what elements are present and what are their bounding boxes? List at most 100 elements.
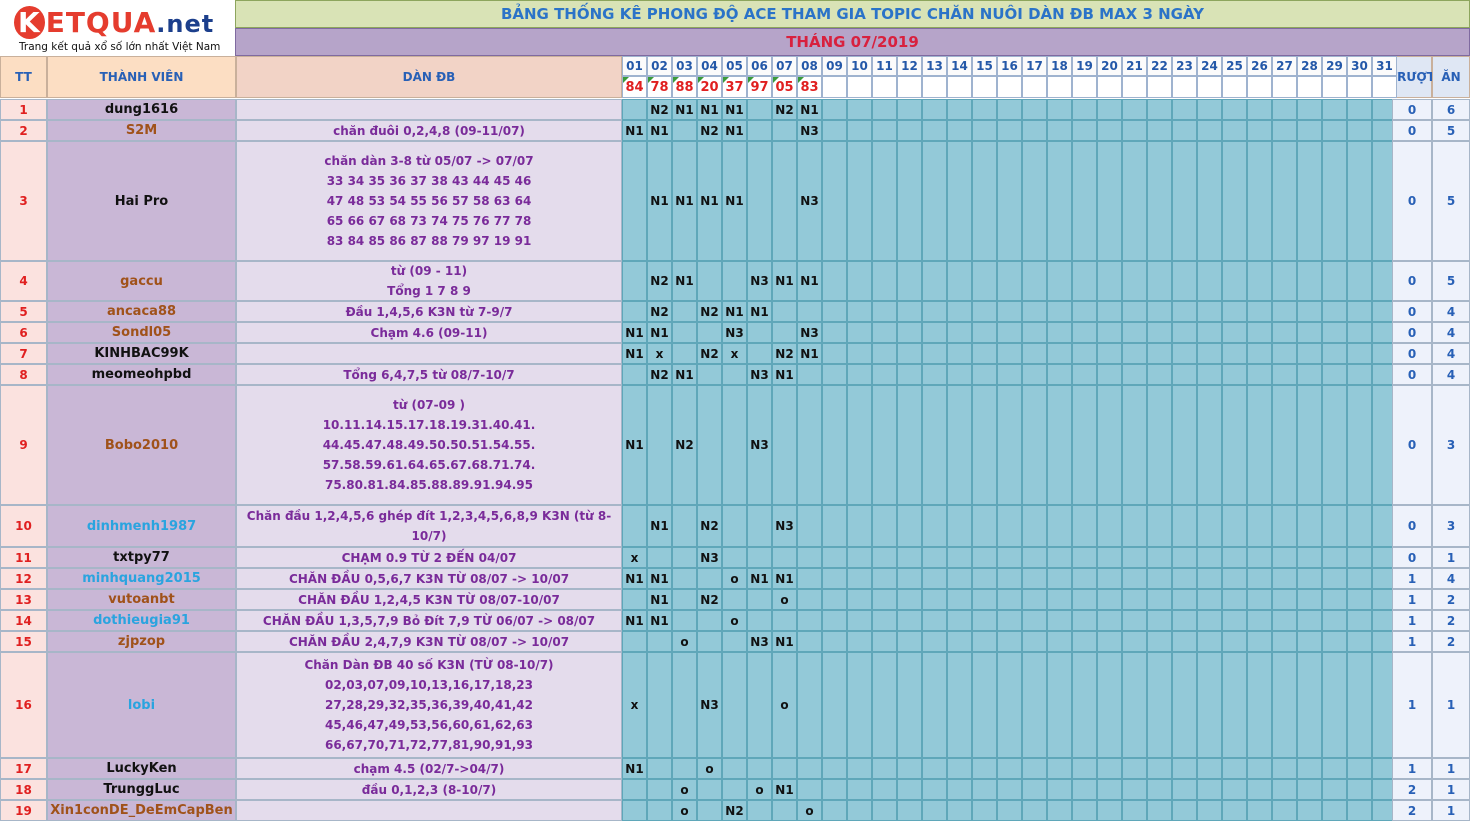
day-mark-24 [1197, 631, 1222, 652]
day-mark-19 [1072, 779, 1097, 800]
table-row: 10 dinhmenh1987 Chăn đầu 1,2,4,5,6 ghép đí… [0, 505, 1470, 547]
day-result-27 [1272, 76, 1297, 98]
day-mark-27 [1272, 322, 1297, 343]
row-number: 12 [0, 568, 47, 589]
day-mark-06 [747, 141, 772, 261]
day-mark-01 [622, 505, 647, 547]
day-mark-01: N1 [622, 568, 647, 589]
day-mark-08 [797, 758, 822, 779]
table-row: 11 txtpy77 CHẠM 0.9 TỪ 2 ĐẾN 04/07 x N3 0 1 [0, 547, 1470, 568]
day-mark-01 [622, 631, 647, 652]
day-result-11 [872, 76, 897, 98]
day-mark-28 [1297, 610, 1322, 631]
day-mark-11 [872, 364, 897, 385]
day-mark-30 [1347, 261, 1372, 301]
dan-db-cell [236, 343, 622, 364]
day-mark-05 [722, 631, 747, 652]
day-result-15 [972, 76, 997, 98]
day-mark-07: N2 [772, 343, 797, 364]
table-row: 18 TrunggLuc đầu 0,1,2,3 (8-10/7) o o N1 2 1 [0, 779, 1470, 800]
day-mark-06 [747, 547, 772, 568]
day-mark-02 [647, 652, 672, 758]
day-mark-23 [1172, 631, 1197, 652]
table-row: 15 zjpzop CHĂN ĐẦU 2,4,7,9 K3N TỪ 08/07 ->… [0, 631, 1470, 652]
day-mark-06 [747, 800, 772, 821]
day-mark-10 [847, 322, 872, 343]
day-mark-10 [847, 800, 872, 821]
day-mark-06: N1 [747, 301, 772, 322]
row-number: 9 [0, 385, 47, 505]
day-mark-18 [1047, 779, 1072, 800]
day-mark-19 [1072, 120, 1097, 141]
day-mark-20 [1097, 610, 1122, 631]
day-header-01: 01 [622, 56, 647, 76]
day-mark-28 [1297, 120, 1322, 141]
day-mark-11 [872, 385, 897, 505]
day-mark-22 [1147, 343, 1172, 364]
dan-db-line: 44.45.47.48.49.50.50.51.54.55. [322, 438, 536, 452]
day-mark-23 [1172, 385, 1197, 505]
day-mark-17 [1022, 385, 1047, 505]
day-mark-22 [1147, 568, 1172, 589]
day-mark-03 [672, 301, 697, 322]
day-mark-20 [1097, 141, 1122, 261]
day-mark-03: o [672, 631, 697, 652]
day-mark-08: N3 [797, 120, 822, 141]
an-count: 3 [1432, 385, 1470, 505]
day-mark-26 [1247, 547, 1272, 568]
day-mark-25 [1222, 800, 1247, 821]
day-mark-22 [1147, 322, 1172, 343]
day-header-17: 17 [1022, 56, 1047, 76]
table-row: 5 ancaca88 Đầu 1,4,5,6 K3N từ 7-9/7 N2 N2 N1 N… [0, 301, 1470, 322]
day-mark-06 [747, 99, 772, 120]
day-mark-08: N3 [797, 322, 822, 343]
day-mark-08: N1 [797, 99, 822, 120]
day-mark-28 [1297, 589, 1322, 610]
row-number: 19 [0, 800, 47, 821]
day-mark-26 [1247, 610, 1272, 631]
day-mark-07: N2 [772, 99, 797, 120]
day-mark-06: o [747, 779, 772, 800]
day-result-05: 37 [722, 76, 747, 98]
dan-db-cell: Chạm 4.6 (09-11) [236, 322, 622, 343]
day-mark-27 [1272, 141, 1297, 261]
day-header-09: 09 [822, 56, 847, 76]
day-mark-16 [997, 301, 1022, 322]
day-mark-24 [1197, 364, 1222, 385]
day-mark-28 [1297, 261, 1322, 301]
day-mark-14 [947, 800, 972, 821]
day-mark-09 [822, 758, 847, 779]
day-mark-18 [1047, 589, 1072, 610]
day-mark-14 [947, 652, 972, 758]
day-result-07: 05 [772, 76, 797, 98]
day-mark-25 [1222, 547, 1247, 568]
day-header-16: 16 [997, 56, 1022, 76]
day-result-14 [947, 76, 972, 98]
day-mark-04: N2 [697, 301, 722, 322]
day-mark-06 [747, 652, 772, 758]
row-number: 13 [0, 589, 47, 610]
day-mark-05: N3 [722, 322, 747, 343]
day-mark-15 [972, 322, 997, 343]
day-header-31: 31 [1372, 56, 1397, 76]
day-mark-14 [947, 261, 972, 301]
member-name: Bobo2010 [47, 385, 236, 505]
an-count: 4 [1432, 301, 1470, 322]
day-mark-20 [1097, 589, 1122, 610]
dan-db-cell: CHẠM 0.9 TỪ 2 ĐẾN 04/07 [236, 547, 622, 568]
day-mark-16 [997, 547, 1022, 568]
day-mark-23 [1172, 589, 1197, 610]
day-mark-04 [697, 261, 722, 301]
row-number: 17 [0, 758, 47, 779]
day-mark-08 [797, 610, 822, 631]
day-mark-20 [1097, 385, 1122, 505]
ketqua-logo[interactable]: K ETQUA.net Trang kết quả xổ số lớn nhất … [0, 0, 235, 56]
day-mark-28 [1297, 800, 1322, 821]
dan-db-line: CHĂN ĐẦU 0,5,6,7 K3N TỪ 08/07 -> 10/07 [288, 571, 570, 586]
day-header-05: 05 [722, 56, 747, 76]
member-name: LuckyKen [47, 758, 236, 779]
day-mark-21 [1122, 631, 1147, 652]
day-header-27: 27 [1272, 56, 1297, 76]
day-mark-29 [1322, 261, 1347, 301]
day-mark-13 [922, 343, 947, 364]
